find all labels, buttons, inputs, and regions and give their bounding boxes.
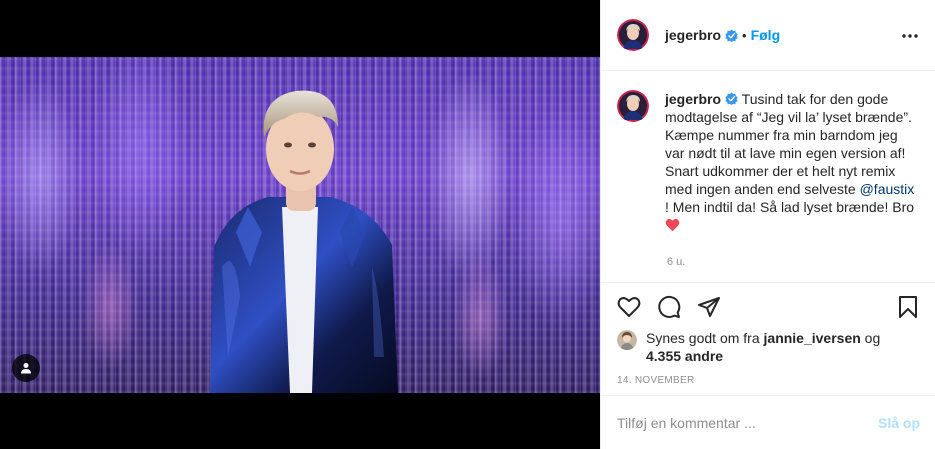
comment-icon[interactable] bbox=[657, 295, 681, 319]
heart-outline-icon[interactable] bbox=[617, 295, 641, 319]
red-heart-icon bbox=[665, 218, 680, 232]
caption-author-avatar[interactable] bbox=[617, 90, 649, 122]
comment-bar: Slå op bbox=[601, 395, 935, 449]
post-actions-section: Synes godt om fra jannie_iversen og 4.35… bbox=[601, 282, 935, 395]
likes-summary: Synes godt om fra jannie_iversen og 4.35… bbox=[617, 329, 917, 365]
mention-link[interactable]: @faustix bbox=[860, 181, 915, 197]
post-sidebar: jegerbro • Følg jegerbro Tusind tak for … bbox=[600, 0, 935, 449]
share-icon[interactable] bbox=[697, 295, 721, 319]
comment-input[interactable] bbox=[617, 414, 878, 431]
bookmark-icon[interactable] bbox=[896, 295, 920, 319]
post-header: jegerbro • Følg bbox=[601, 0, 935, 71]
post-photo[interactable] bbox=[0, 57, 600, 393]
post-media bbox=[0, 0, 600, 449]
post-caption: jegerbro Tusind tak for den gode modtage… bbox=[617, 90, 927, 234]
action-bar bbox=[617, 295, 920, 319]
verified-badge-icon bbox=[725, 28, 738, 42]
caption-text: jegerbro Tusind tak for den gode modtage… bbox=[665, 90, 915, 234]
likes-prefix: Synes godt om fra bbox=[646, 330, 764, 346]
user-icon bbox=[21, 363, 31, 374]
post-date[interactable]: 14. NOVEMBER bbox=[617, 375, 695, 386]
instagram-post-view: jegerbro • Følg jegerbro Tusind tak for … bbox=[0, 0, 935, 449]
tagged-users-button[interactable] bbox=[12, 354, 40, 382]
verified-badge-icon bbox=[725, 92, 738, 105]
post-comment-button[interactable]: Slå op bbox=[878, 415, 920, 431]
first-liker-link[interactable]: jannie_iversen bbox=[764, 330, 861, 346]
person-illustration bbox=[210, 90, 398, 393]
caption-time-ago[interactable]: 6 u. bbox=[667, 256, 685, 268]
header-separator: • bbox=[742, 27, 747, 43]
caption-body-end: ! Men indtil da! Så lad lyset brænde! Br… bbox=[665, 199, 915, 215]
more-dots-icon[interactable] bbox=[900, 26, 920, 46]
other-likes-link[interactable]: 4.355 andre bbox=[646, 348, 723, 364]
liker-avatar[interactable] bbox=[617, 330, 637, 350]
follow-button[interactable]: Følg bbox=[751, 27, 781, 43]
author-username[interactable]: jegerbro bbox=[665, 27, 721, 43]
likes-connector: og bbox=[860, 330, 881, 346]
caption-username[interactable]: jegerbro bbox=[665, 91, 721, 107]
author-avatar[interactable] bbox=[617, 19, 649, 51]
